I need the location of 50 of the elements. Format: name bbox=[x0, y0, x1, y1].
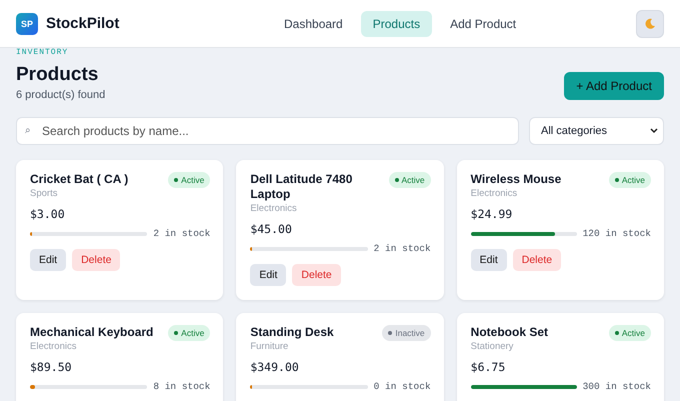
product-name: Cricket Bat ( CA ) bbox=[30, 172, 128, 187]
stock-count: 120 in stock bbox=[582, 228, 651, 239]
product-category: Electronics bbox=[470, 188, 518, 199]
product-category: Stationery bbox=[470, 341, 514, 352]
product-price: $89.50 bbox=[30, 360, 73, 374]
product-price: $24.99 bbox=[470, 207, 514, 221]
status-badge: Active bbox=[608, 325, 651, 341]
theme-toggle-button[interactable] bbox=[636, 10, 664, 38]
nav-link[interactable]: Add Product bbox=[438, 10, 528, 36]
product-price: $3.00 bbox=[30, 207, 66, 221]
status-badge: Active bbox=[168, 172, 210, 188]
product-name: Wireless Mouse bbox=[470, 172, 562, 187]
delete-button[interactable]: Delete bbox=[292, 264, 341, 286]
product-category: Electronics bbox=[30, 341, 78, 352]
product-category: Sports bbox=[30, 188, 58, 199]
status-badge: Active bbox=[168, 325, 210, 341]
delete-button[interactable]: Delete bbox=[72, 249, 120, 271]
stock-count: 0 in stock bbox=[374, 381, 431, 392]
result-count: 6 product(s) found bbox=[16, 89, 106, 101]
search-icon: ⌕ bbox=[25, 125, 31, 137]
product-name: Notebook Set bbox=[470, 325, 548, 340]
delete-button[interactable]: Delete bbox=[512, 249, 562, 271]
app-name: StockPilot bbox=[46, 15, 120, 32]
product-name: Mechanical Keyboard bbox=[30, 325, 154, 340]
nav-link[interactable]: Products bbox=[360, 10, 432, 36]
product-name: Standing Desk bbox=[250, 325, 334, 340]
status-badge: Active bbox=[388, 172, 431, 188]
add-product-button[interactable]: + Add Product bbox=[564, 72, 664, 100]
section-label: INVENTORY bbox=[16, 48, 70, 57]
status-badge: Active bbox=[608, 172, 651, 188]
product-category: Furniture bbox=[250, 341, 290, 352]
product-price: $45.00 bbox=[250, 222, 293, 236]
product-price: $6.75 bbox=[470, 360, 506, 374]
status-badge: Inactive bbox=[382, 325, 431, 341]
edit-button[interactable]: Edit bbox=[250, 264, 286, 286]
stock-count: 2 in stock bbox=[374, 243, 431, 254]
product-price: $349.00 bbox=[250, 360, 300, 374]
nav-link[interactable]: Dashboard bbox=[272, 10, 355, 36]
edit-button[interactable]: Edit bbox=[470, 249, 507, 271]
edit-button[interactable]: Edit bbox=[30, 249, 66, 271]
moon-icon bbox=[644, 18, 656, 30]
stock-count: 2 in stock bbox=[153, 228, 210, 239]
product-name: Dell Latitude 7480 Laptop bbox=[250, 172, 354, 202]
page-title: Products bbox=[16, 63, 100, 87]
stock-count: 300 in stock bbox=[582, 381, 651, 392]
logo-icon: SP bbox=[16, 12, 38, 34]
product-category: Electronics bbox=[250, 203, 298, 214]
category-dropdown[interactable]: All categories bbox=[529, 117, 664, 145]
stock-count: 8 in stock bbox=[153, 381, 210, 392]
chevron-icon bbox=[650, 128, 658, 134]
